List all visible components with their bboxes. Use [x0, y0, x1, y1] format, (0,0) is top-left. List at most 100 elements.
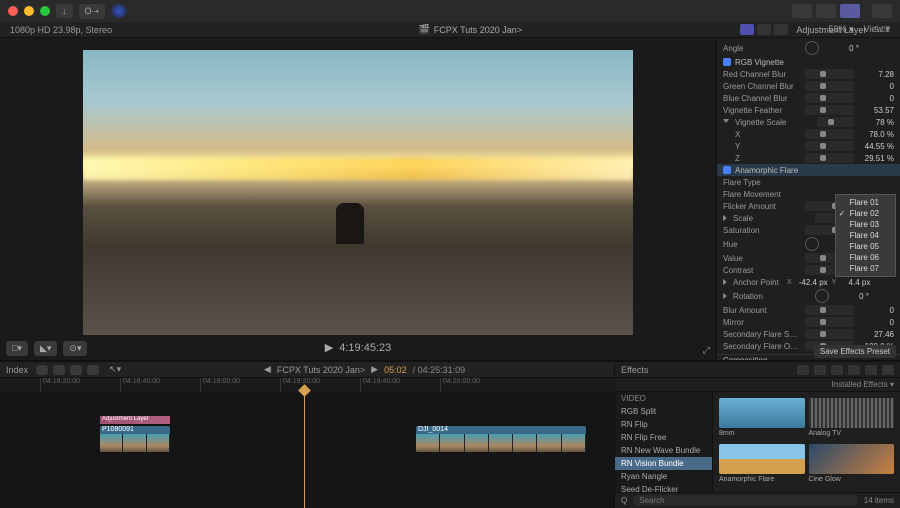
flare-option-flare-03[interactable]: Flare 03 — [836, 219, 895, 230]
project-name[interactable]: FCPX Tuts 2020 Jan> — [434, 25, 522, 35]
vign-z-slider[interactable] — [805, 153, 854, 163]
param-vign-feather[interactable]: Vignette Feather53.57 — [717, 104, 900, 116]
vign-scale-slider[interactable] — [817, 117, 854, 127]
mirror-slider[interactable] — [805, 317, 854, 327]
vign-scale-value[interactable]: 78 % — [858, 118, 894, 127]
rotation-disclosure[interactable] — [723, 293, 727, 299]
green-blur-value[interactable]: 0 — [858, 82, 894, 91]
mirror-value[interactable]: 0 — [858, 318, 894, 327]
param-flare-type[interactable]: Flare Type — [717, 176, 900, 188]
section-anamorphic-flare[interactable]: Anamorphic Flare — [717, 164, 900, 176]
red-blur-value[interactable]: 7.28 — [858, 70, 894, 79]
viewer-expand[interactable]: ⤢ — [703, 345, 710, 356]
index-button[interactable]: Index — [6, 365, 28, 375]
tl-project-name[interactable]: FCPX Tuts 2020 Jan> — [277, 365, 365, 375]
vign-y-slider[interactable] — [805, 141, 854, 151]
layout-timeline-button[interactable] — [816, 4, 836, 18]
save-preset-button[interactable]: Save Effects Preset — [814, 345, 896, 358]
flare-option-flare-02[interactable]: Flare 02 — [836, 208, 895, 219]
info-inspector-tab[interactable] — [774, 24, 788, 35]
flare-option-flare-05[interactable]: Flare 05 — [836, 241, 895, 252]
scale-disclosure[interactable] — [723, 215, 727, 221]
bg-tasks-button[interactable] — [111, 4, 127, 18]
play-icon[interactable]: ▶ — [325, 341, 333, 354]
tl-tool-2[interactable] — [53, 365, 65, 375]
fx-category-rn-vision-bundle[interactable]: RN Vision Bundle — [615, 457, 712, 470]
blur-amt-slider[interactable] — [805, 305, 854, 315]
param-vign-x[interactable]: X78.0 % — [717, 128, 900, 140]
vign-scale-disclosure[interactable] — [723, 119, 729, 126]
maximize-icon[interactable] — [40, 6, 50, 16]
flare-option-flare-04[interactable]: Flare 04 — [836, 230, 895, 241]
rotation-value[interactable]: 0 ° — [833, 292, 869, 301]
fx-preset-cine-glow[interactable]: Cine Glow — [809, 444, 895, 486]
fx-category-rn-new-wave-bundle[interactable]: RN New Wave Bundle — [615, 444, 712, 457]
anchor-y-value[interactable]: 4.4 px — [840, 278, 870, 287]
vign-x-slider[interactable] — [805, 129, 854, 139]
angle-value[interactable]: 0 ° — [823, 44, 859, 53]
flare-checkbox[interactable] — [723, 166, 731, 174]
param-mirror[interactable]: Mirror0 — [717, 316, 900, 328]
feather-slider[interactable] — [805, 105, 854, 115]
red-blur-slider[interactable] — [805, 69, 854, 79]
fx-icon-4[interactable] — [848, 365, 860, 375]
tl-tool-4[interactable] — [87, 365, 99, 375]
fx-icon-6[interactable] — [882, 365, 894, 375]
video-inspector-tab[interactable] — [740, 24, 754, 35]
fx-preset-anamorphic-flare[interactable]: Anamorphic Flare — [719, 444, 805, 486]
installed-effects-dropdown[interactable]: Installed Effects ▾ — [831, 380, 894, 389]
flare-option-flare-01[interactable]: Flare 01 — [836, 197, 895, 208]
sec-scale-value[interactable]: 27.46 — [858, 330, 894, 339]
vign-y-value[interactable]: 44.55 % — [858, 142, 894, 151]
fx-category-rgb-split[interactable]: RGB Split — [615, 405, 712, 418]
tl-tool-3[interactable] — [70, 365, 82, 375]
fx-icon-1[interactable] — [797, 365, 809, 375]
clip-2[interactable]: DJI_0014 — [416, 426, 586, 452]
adjustment-layer-clip[interactable]: Adjustment Layer — [100, 416, 170, 424]
timeline-body[interactable]: Adjustment Layer P1080091 DJI_0014 — [0, 392, 614, 508]
share-button[interactable] — [872, 4, 892, 18]
layout-inspector-button[interactable] — [840, 4, 860, 18]
angle-dial[interactable] — [805, 41, 819, 55]
layout-browser-button[interactable] — [792, 4, 812, 18]
param-blue-blur[interactable]: Blue Channel Blur0 — [717, 92, 900, 104]
flare-option-flare-06[interactable]: Flare 06 — [836, 252, 895, 263]
playhead[interactable] — [304, 392, 305, 508]
minimize-icon[interactable] — [24, 6, 34, 16]
tl-tool-1[interactable] — [36, 365, 48, 375]
audio-inspector-tab[interactable] — [757, 24, 771, 35]
flare-type-dropdown[interactable]: Flare 01Flare 02Flare 03Flare 04Flare 05… — [835, 194, 896, 277]
tl-next-icon[interactable]: ▶ — [371, 364, 378, 375]
fx-category-rn-flip-free[interactable]: RN Flip Free — [615, 431, 712, 444]
close-icon[interactable] — [8, 6, 18, 16]
transform-tool[interactable]: □▾ — [6, 341, 28, 356]
param-blur-amt[interactable]: Blur Amount0 — [717, 304, 900, 316]
blue-blur-slider[interactable] — [805, 93, 854, 103]
rgb-vignette-checkbox[interactable] — [723, 58, 731, 66]
vign-x-value[interactable]: 78.0 % — [858, 130, 894, 139]
blur-amt-value[interactable]: 0 — [858, 306, 894, 315]
param-vign-scale[interactable]: Vignette Scale78 % — [717, 116, 900, 128]
color-tool[interactable]: ◣▾ — [34, 341, 57, 356]
retime-tool[interactable]: ⊙▾ — [63, 341, 87, 356]
param-rotation[interactable]: Rotation0 ° — [717, 288, 900, 304]
tl-prev-icon[interactable]: ◀ — [264, 364, 271, 375]
fx-category-rn-flip[interactable]: RN Flip — [615, 418, 712, 431]
fx-preset-8mm[interactable]: 8mm — [719, 398, 805, 440]
fx-preset-analog-tv[interactable]: Analog TV — [809, 398, 895, 440]
param-angle[interactable]: Angle 0 ° — [717, 40, 900, 56]
fx-icon-5[interactable] — [865, 365, 877, 375]
viewer-timecode[interactable]: 4:19:45:23 — [339, 342, 391, 354]
fx-category-seed-de-flicker[interactable]: Seed De-Flicker — [615, 483, 712, 492]
param-sec-scale[interactable]: Secondary Flare Scale27.46 — [717, 328, 900, 340]
param-red-blur[interactable]: Red Channel Blur7.28 — [717, 68, 900, 80]
effects-search[interactable]: Search — [633, 495, 858, 506]
blue-blur-value[interactable]: 0 — [858, 94, 894, 103]
sec-scale-slider[interactable] — [805, 329, 854, 339]
anchor-x-value[interactable]: -42.4 px — [796, 278, 828, 287]
rotation-dial[interactable] — [815, 289, 829, 303]
vign-z-value[interactable]: 29.51 % — [858, 154, 894, 163]
param-green-blur[interactable]: Green Channel Blur0 — [717, 80, 900, 92]
section-rgb-vignette[interactable]: RGB Vignette — [717, 56, 900, 68]
feather-value[interactable]: 53.57 — [858, 106, 894, 115]
